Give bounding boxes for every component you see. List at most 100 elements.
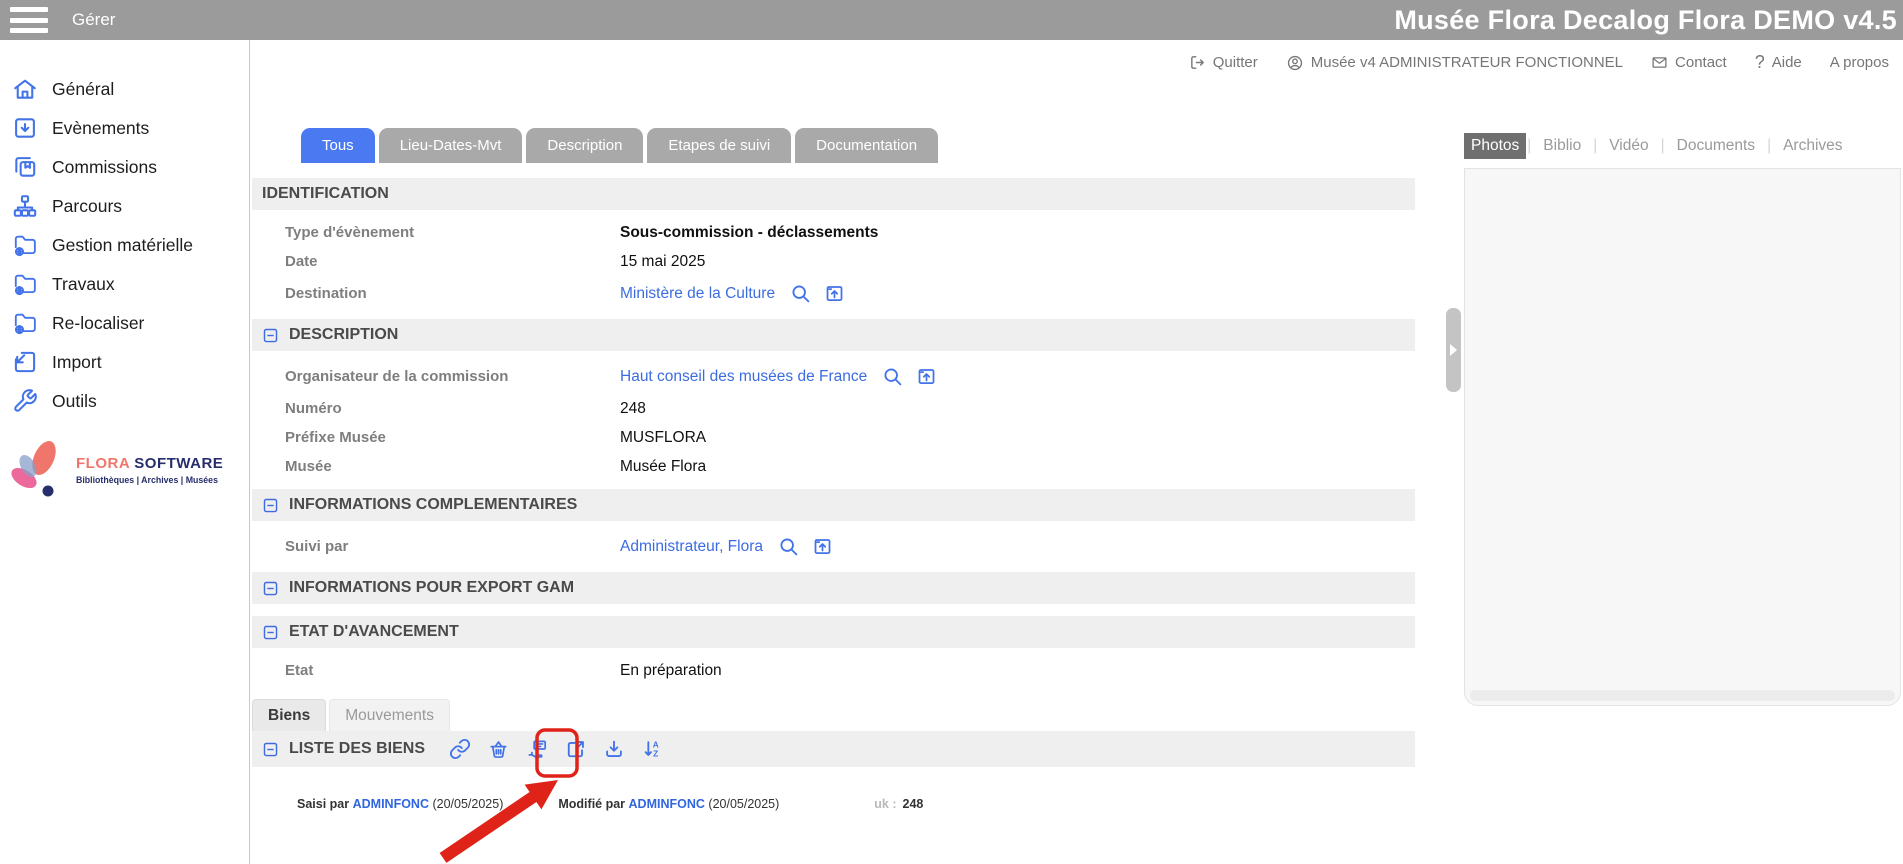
envelope-icon <box>1651 54 1668 71</box>
field-row-prefixe-musee: Préfixe Musée MUSFLORA <box>252 423 1415 452</box>
sidebar-item-parcours[interactable]: Parcours <box>0 187 249 226</box>
top-bar: Gérer Musée Flora Decalog Flora DEMO v4.… <box>0 0 1903 40</box>
sidebar-item-relocaliser[interactable]: Re-localiser <box>0 304 249 343</box>
flora-petals-icon <box>4 438 74 502</box>
section-title: INFORMATIONS POUR EXPORT GAM <box>289 579 574 597</box>
sidebar-item-commissions[interactable]: Commissions <box>0 148 249 187</box>
field-row-musee: Musée Musée Flora <box>252 452 1415 481</box>
help-button[interactable]: ? Aide <box>1755 52 1802 73</box>
field-value: 248 <box>620 400 646 418</box>
sitemap-icon <box>12 193 38 219</box>
wrench-icon <box>12 388 38 414</box>
tab-tous[interactable]: Tous <box>301 128 375 163</box>
sidebar-item-outils[interactable]: Outils <box>0 382 249 421</box>
field-label: Numéro <box>252 400 620 417</box>
suivi-par-link[interactable]: Administrateur, Flora <box>620 538 763 556</box>
sidebar-item-import[interactable]: Import <box>0 343 249 382</box>
collapse-minus-icon[interactable] <box>262 327 279 344</box>
organisateur-link[interactable]: Haut conseil des musées de France <box>620 368 867 386</box>
svg-text:A: A <box>653 741 659 750</box>
field-row-organisateur: Organisateur de la commission Haut conse… <box>252 359 1415 394</box>
collapse-minus-icon[interactable] <box>262 741 279 758</box>
tab-biens[interactable]: Biens <box>252 699 326 731</box>
folders-icon <box>12 154 38 180</box>
folder-web-icon <box>12 310 38 336</box>
horizontal-scrollbar[interactable] <box>1470 690 1895 701</box>
field-label: Destination <box>252 285 620 302</box>
basket-icon[interactable] <box>487 738 510 761</box>
uk-value: 248 <box>903 797 924 811</box>
section-liste-des-biens: LISTE DES BIENS AZ <box>252 731 1415 767</box>
sidebar-item-evenements[interactable]: Evènements <box>0 109 249 148</box>
home-icon <box>12 76 38 102</box>
hamburger-menu-icon[interactable] <box>10 7 48 33</box>
sidebar-item-travaux[interactable]: Travaux <box>0 265 249 304</box>
svg-text:Z: Z <box>653 749 658 758</box>
sidebar-item-general[interactable]: Général <box>0 70 249 109</box>
media-tab-biblio[interactable]: Biblio <box>1532 133 1592 159</box>
chevron-right-icon <box>1450 344 1457 356</box>
section-title: ETAT D'AVANCEMENT <box>289 623 459 641</box>
question-icon: ? <box>1755 52 1765 73</box>
search-icon[interactable] <box>882 366 903 387</box>
destination-link[interactable]: Ministère de la Culture <box>620 285 775 303</box>
field-row-type-evenement: Type d'évènement Sous-commission - décla… <box>252 218 1415 247</box>
saisi-par-date: (20/05/2025) <box>432 797 503 811</box>
collapse-minus-icon[interactable] <box>262 624 279 641</box>
section-title: LISTE DES BIENS <box>289 740 425 758</box>
search-icon[interactable] <box>778 536 799 557</box>
tab-documentation[interactable]: Documentation <box>795 128 938 163</box>
field-value: 15 mai 2025 <box>620 253 705 271</box>
modifie-par-date: (20/05/2025) <box>708 797 779 811</box>
external-link-icon[interactable] <box>565 738 587 760</box>
media-content-area <box>1464 168 1901 706</box>
field-label: Préfixe Musée <box>252 429 620 446</box>
tab-etapes-de-suivi[interactable]: Etapes de suivi <box>647 128 791 163</box>
field-value: Musée Flora <box>620 458 706 476</box>
open-record-icon[interactable] <box>824 283 845 304</box>
import-icon <box>12 349 38 375</box>
media-tabs: Photos | Biblio | Vidéo | Documents | Ar… <box>1464 133 1901 159</box>
media-tab-video[interactable]: Vidéo <box>1598 133 1659 159</box>
field-label: Suivi par <box>252 538 620 555</box>
section-title: INFORMATIONS COMPLEMENTAIRES <box>289 496 577 514</box>
field-row-date: Date 15 mai 2025 <box>252 247 1415 276</box>
collapse-minus-icon[interactable] <box>262 580 279 597</box>
logo-flora-text: FLORA <box>76 455 130 472</box>
download-icon[interactable] <box>603 738 625 760</box>
collapse-minus-icon[interactable] <box>262 497 279 514</box>
tab-mouvements[interactable]: Mouvements <box>329 699 450 731</box>
open-record-icon[interactable] <box>812 536 833 557</box>
section-infos-complementaires: INFORMATIONS COMPLEMENTAIRES <box>252 489 1415 521</box>
archive-down-icon <box>12 115 38 141</box>
saisi-par-user-link[interactable]: ADMINFONC <box>353 797 429 811</box>
panel-collapse-handle[interactable] <box>1446 308 1461 392</box>
menu-label[interactable]: Gérer <box>72 10 115 30</box>
tab-lieu-dates-mvt[interactable]: Lieu-Dates-Mvt <box>379 128 523 163</box>
sidebar-item-gestion-materielle[interactable]: Gestion matérielle <box>0 226 249 265</box>
about-button[interactable]: A propos <box>1830 54 1889 71</box>
modifie-par-user-link[interactable]: ADMINFONC <box>629 797 705 811</box>
section-identification: IDENTIFICATION <box>252 178 1415 210</box>
folder-web-icon <box>12 271 38 297</box>
section-description: DESCRIPTION <box>252 319 1415 351</box>
link-icon[interactable] <box>449 738 471 760</box>
tab-description[interactable]: Description <box>526 128 643 163</box>
application-window: { "topbar": { "menu_label": "Gérer", "ti… <box>0 0 1903 864</box>
sidebar: Général Evènements Commissions Parcours … <box>0 40 250 864</box>
search-icon[interactable] <box>790 283 811 304</box>
contact-button[interactable]: Contact <box>1651 54 1727 71</box>
open-record-icon[interactable] <box>916 366 937 387</box>
hand-holding-box-icon[interactable] <box>526 738 549 761</box>
biens-mouvements-tabs: Biens Mouvements <box>252 699 1415 731</box>
field-label: Date <box>252 253 620 270</box>
field-value: Sous-commission - déclassements <box>620 224 878 242</box>
media-tab-archives[interactable]: Archives <box>1772 133 1853 159</box>
media-tab-documents[interactable]: Documents <box>1666 133 1766 159</box>
field-label: Organisateur de la commission <box>252 368 620 385</box>
media-tab-photos[interactable]: Photos <box>1464 133 1526 159</box>
section-etat-avancement: ETAT D'AVANCEMENT <box>252 616 1415 648</box>
sort-az-icon[interactable]: AZ <box>641 738 663 760</box>
field-row-numero: Numéro 248 <box>252 394 1415 423</box>
saisi-par-label: Saisi par <box>297 797 349 811</box>
